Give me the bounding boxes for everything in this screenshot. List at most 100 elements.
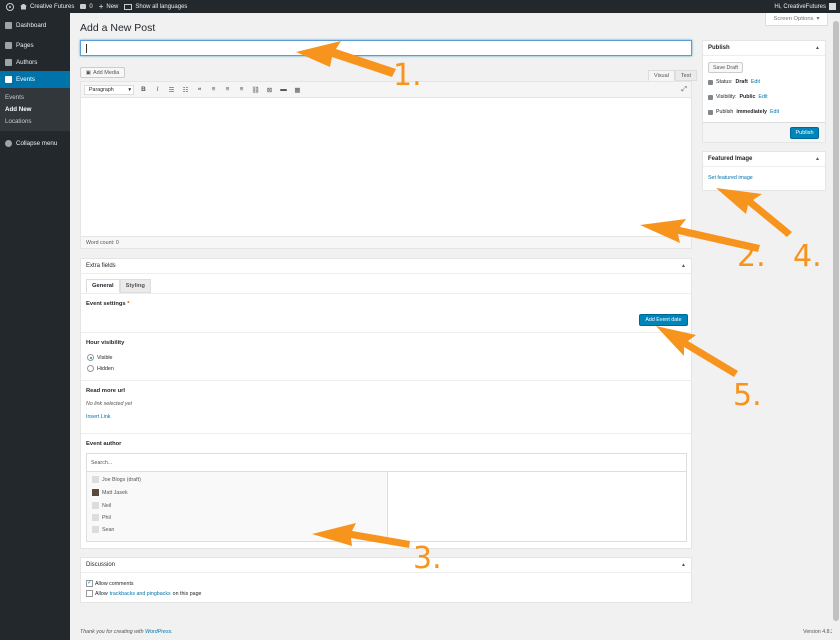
author-list: Joe Blogs (draft) Matt Jasek Neil Phil S…: [86, 472, 687, 542]
save-draft-button[interactable]: Save Draft: [708, 62, 743, 73]
account-menu[interactable]: Hi, CreativeFutures: [774, 3, 836, 10]
caret-up-icon[interactable]: ▲: [681, 263, 686, 269]
screen-options-button[interactable]: Screen Options ▾: [765, 13, 828, 26]
tab-styling[interactable]: Styling: [119, 279, 151, 293]
divider: [81, 332, 691, 333]
publish-box-header[interactable]: Publish ▲: [703, 41, 825, 56]
list-item[interactable]: Joe Blogs (draft): [92, 476, 141, 483]
align-right-icon[interactable]: ≡: [237, 86, 246, 93]
tab-general[interactable]: General: [86, 279, 120, 293]
discussion-header[interactable]: Discussion ▲: [81, 558, 691, 573]
trackbacks-link[interactable]: trackbacks and pingbacks: [110, 591, 171, 597]
allow-trackbacks-checkbox[interactable]: Allow trackbacks and pingbacks on this pag…: [86, 590, 202, 597]
caret-up-icon[interactable]: ▲: [815, 156, 820, 162]
numbered-list-icon[interactable]: ☷: [181, 86, 190, 94]
annotation-label-2: 2.: [737, 239, 766, 274]
add-event-date-button[interactable]: Add Event date: [639, 314, 688, 326]
editor-toolbar: Paragraph ▾ B I ☰ ☷ ❝ ≡ ≡ ≡ ⛓ ⊠ ▬ ▦ ⤢: [81, 82, 691, 98]
event-settings-label: Event settings *: [86, 301, 130, 307]
extra-fields-header[interactable]: Extra fields ▲: [81, 259, 691, 274]
comment-icon: [80, 4, 87, 9]
tab-visual[interactable]: Visual: [648, 70, 675, 81]
footer-credit: Thank you for creating with WordPress.: [80, 629, 173, 635]
submenu-item-add-new[interactable]: Add New: [0, 103, 70, 115]
publish-button[interactable]: Publish: [790, 127, 819, 139]
align-center-icon[interactable]: ≡: [223, 86, 232, 93]
read-more-icon[interactable]: ▬: [279, 86, 288, 93]
set-featured-image-link[interactable]: Set featured image: [708, 175, 753, 181]
annotation-label-4: 4.: [793, 239, 822, 274]
collapse-icon: [5, 140, 12, 147]
caret-up-icon[interactable]: ▲: [681, 562, 686, 568]
site-name-link[interactable]: Creative Futures: [20, 3, 74, 10]
eye-icon: [708, 94, 713, 100]
featured-image-box: Featured Image ▲ Set featured image: [702, 151, 826, 191]
authors-icon: [5, 59, 12, 66]
new-content-link[interactable]: + New: [98, 1, 119, 11]
list-item[interactable]: Phil: [92, 514, 111, 521]
avatar: [829, 3, 836, 10]
toolbar-toggle-icon[interactable]: ▦: [293, 86, 302, 94]
list-item[interactable]: Matt Jasek: [92, 489, 128, 496]
blockquote-icon[interactable]: ❝: [195, 86, 204, 94]
word-count: Word count: 0: [81, 236, 691, 248]
admin-sidebar: Dashboard Pages Authors Events Events Ad…: [0, 13, 70, 640]
submenu-item-locations[interactable]: Locations: [0, 115, 70, 127]
status-line: Status: Draft Edit: [708, 79, 760, 85]
editor-tabs: Visual Text: [648, 70, 697, 81]
admin-bar: Creative Futures 0 + New Show all languag…: [0, 0, 840, 13]
post-title-input[interactable]: [80, 40, 692, 56]
list-item[interactable]: Sean: [92, 526, 114, 533]
sidebar-item-pages[interactable]: Pages: [0, 37, 70, 54]
schedule-line: Publish immediately Edit: [708, 109, 779, 115]
divider: [81, 433, 691, 434]
collapse-menu-button[interactable]: Collapse menu: [0, 135, 70, 152]
discussion-box: Discussion ▲ ✓ Allow comments Allow trackba…: [80, 557, 692, 603]
radio-selected-icon: [87, 354, 94, 361]
caret-up-icon[interactable]: ▲: [815, 45, 820, 51]
bulleted-list-icon[interactable]: ☰: [167, 86, 176, 94]
wordpress-logo-icon[interactable]: [6, 2, 14, 11]
unlink-icon[interactable]: ⊠: [265, 86, 274, 94]
caret-down-icon: ▾: [128, 86, 131, 93]
events-submenu: Events Add New Locations: [0, 88, 70, 131]
edit-status-link[interactable]: Edit: [751, 79, 760, 85]
extra-fields-box: Extra fields ▲ General Styling Event sett…: [80, 258, 692, 549]
format-select[interactable]: Paragraph ▾: [84, 84, 134, 95]
align-left-icon[interactable]: ≡: [209, 86, 218, 93]
sidebar-item-dashboard[interactable]: Dashboard: [0, 17, 70, 34]
radio-hidden[interactable]: Hidden: [87, 365, 114, 372]
divider: [81, 380, 691, 381]
checkbox-empty-icon: [86, 590, 93, 597]
publish-box: Publish ▲ Save Draft Status: Draft Edit Vis…: [702, 40, 826, 143]
radio-visible[interactable]: Visible: [87, 354, 113, 361]
italic-icon[interactable]: I: [153, 86, 162, 93]
event-author-label: Event author: [86, 441, 122, 447]
sidebar-item-authors[interactable]: Authors: [0, 54, 70, 71]
link-icon[interactable]: ⛓: [251, 86, 260, 94]
insert-link[interactable]: Insert Link: [86, 414, 110, 420]
divider: [81, 293, 691, 294]
show-languages-link[interactable]: Show all languages: [124, 3, 187, 10]
bold-icon[interactable]: B: [139, 86, 148, 93]
fullscreen-icon[interactable]: ⤢: [681, 86, 687, 94]
plus-icon: +: [98, 1, 104, 11]
page-scrollbar[interactable]: [832, 13, 840, 640]
wordpress-link[interactable]: WordPress.: [145, 629, 173, 635]
submenu-item-events[interactable]: Events: [0, 91, 70, 103]
list-item[interactable]: Neil: [92, 502, 111, 509]
edit-schedule-link[interactable]: Edit: [770, 109, 779, 115]
caret-down-icon: ▾: [816, 16, 820, 22]
tab-text[interactable]: Text: [674, 70, 697, 81]
edit-visibility-link[interactable]: Edit: [758, 94, 767, 100]
add-media-button[interactable]: ▣ Add Media: [80, 67, 125, 78]
featured-image-header[interactable]: Featured Image ▲: [703, 152, 825, 167]
post-editor[interactable]: Paragraph ▾ B I ☰ ☷ ❝ ≡ ≡ ≡ ⛓ ⊠ ▬ ▦ ⤢ Wor…: [80, 81, 692, 249]
allow-comments-checkbox[interactable]: ✓ Allow comments: [86, 580, 134, 587]
avatar: [92, 514, 99, 521]
dashboard-icon: [5, 22, 12, 29]
comments-link[interactable]: 0: [80, 4, 93, 10]
scroll-thumb[interactable]: [833, 21, 839, 621]
sidebar-item-events[interactable]: Events: [0, 71, 70, 88]
author-search-input[interactable]: Search...: [86, 453, 687, 472]
